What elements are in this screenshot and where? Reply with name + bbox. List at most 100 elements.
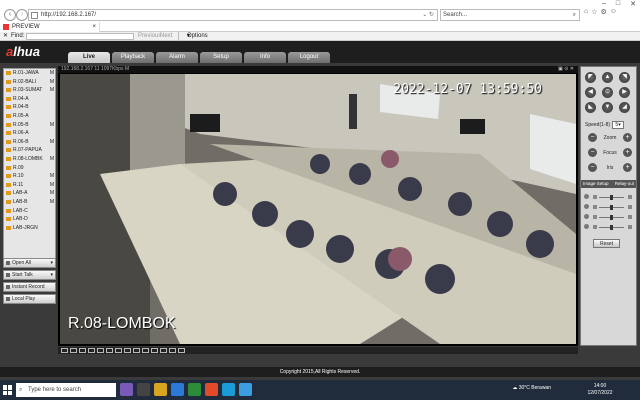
taskbar-search[interactable]: ⌕ Type here to search — [16, 383, 116, 397]
saturation-slider[interactable] — [584, 214, 634, 220]
app-icon-5[interactable] — [188, 383, 201, 396]
layout-25-icon[interactable] — [133, 348, 140, 353]
channel-item[interactable]: R.11 M — [4, 181, 55, 190]
layout-1-icon[interactable] — [61, 348, 68, 353]
clock[interactable]: 14:00 12/07/2022 — [580, 383, 620, 397]
local-play-button[interactable]: Local Play — [3, 294, 56, 304]
tab-close-icon[interactable]: × — [92, 22, 96, 32]
search-box[interactable]: Search... ⌕ — [440, 9, 580, 21]
layout-8-icon[interactable] — [88, 348, 95, 353]
slider-knob[interactable] — [610, 204, 613, 210]
tab-preview[interactable]: PREVIEW × — [0, 22, 100, 32]
image-setup-tab[interactable]: Image Setup — [583, 181, 609, 186]
channel-item[interactable]: R.05-B M — [4, 121, 55, 130]
live-video-feed[interactable]: 2022-12-07 13:59:50 R.08-LOMBOK — [60, 74, 576, 344]
increase-button[interactable] — [628, 215, 632, 219]
channel-item[interactable]: R.03-SUMAT M — [4, 86, 55, 95]
channel-item[interactable] — [4, 232, 55, 241]
address-bar[interactable]: http://192.168.2.167/ ⌄ ↻ — [28, 9, 438, 21]
ptz-up-icon[interactable]: ▲ — [602, 72, 613, 83]
ptz-right-icon[interactable]: ▶ — [619, 87, 630, 98]
iris-open-icon[interactable]: + — [623, 163, 632, 172]
find-close-icon[interactable]: ✕ — [3, 32, 8, 41]
layout-36-icon[interactable] — [142, 348, 149, 353]
ptz-up-right-icon[interactable]: ◥ — [619, 72, 630, 83]
refresh-icon[interactable]: ⌄ ↻ — [422, 10, 434, 20]
channel-item[interactable]: R.02-BALI M — [4, 78, 55, 87]
ptz-down-left-icon[interactable]: ◣ — [585, 102, 596, 113]
fullscreen-icon[interactable] — [151, 348, 158, 353]
increase-button[interactable] — [628, 225, 632, 229]
reset-button[interactable]: Reset — [593, 239, 620, 248]
open-all-button[interactable]: Open All ▾ — [3, 258, 56, 268]
find-input[interactable] — [26, 33, 134, 40]
channel-item[interactable]: LAB-D — [4, 215, 55, 224]
increase-button[interactable] — [628, 205, 632, 209]
video-window-icons[interactable]: ▣ ⊙ ✕ — [558, 66, 574, 73]
layout-9-icon[interactable] — [97, 348, 104, 353]
decrease-button[interactable] — [593, 205, 597, 209]
find-next[interactable]: Next — [160, 32, 172, 41]
channel-item[interactable]: R.06-B M — [4, 138, 55, 147]
channel-item[interactable]: R.04-B — [4, 103, 55, 112]
increase-button[interactable] — [628, 195, 632, 199]
zoom-in-icon[interactable]: + — [623, 133, 632, 142]
minimize-icon[interactable]: – — [602, 0, 606, 8]
menu-tab-playback[interactable]: Playback — [112, 52, 154, 63]
find-options[interactable]: Options ▾ — [178, 32, 208, 41]
channel-item[interactable]: R.10 M — [4, 172, 55, 181]
find-previous[interactable]: Previous — [138, 32, 161, 41]
channel-item[interactable]: LAB-JRGN — [4, 224, 55, 233]
decrease-button[interactable] — [593, 195, 597, 199]
menu-tab-setup[interactable]: Setup — [200, 52, 242, 63]
favorites-icon[interactable]: ☆ — [591, 8, 597, 22]
channel-item[interactable]: LAB-A M — [4, 189, 55, 198]
weather-widget[interactable]: ☁ 30°C Berawan — [512, 385, 551, 391]
zoom-out-icon[interactable]: − — [588, 133, 597, 142]
forward-button[interactable]: › — [16, 9, 28, 21]
focus-in-icon[interactable]: + — [623, 148, 632, 157]
contrast-slider[interactable] — [584, 204, 634, 210]
channel-item[interactable]: LAB-B M — [4, 198, 55, 207]
slider-knob[interactable] — [610, 194, 613, 200]
slider-knob[interactable] — [610, 214, 613, 220]
decrease-button[interactable] — [593, 215, 597, 219]
layout-4-icon[interactable] — [70, 348, 77, 353]
app-icon-1[interactable] — [120, 383, 133, 396]
ptz-down-icon[interactable]: ▼ — [602, 102, 613, 113]
channel-item[interactable]: R.08-LOMBK M — [4, 155, 55, 164]
task-view-icon[interactable] — [137, 383, 150, 396]
layout-13-icon[interactable] — [106, 348, 113, 353]
stream-type-icon[interactable] — [169, 348, 176, 353]
channel-item[interactable]: R.07-PAPUA — [4, 146, 55, 155]
ptz-up-left-icon[interactable]: ◤ — [585, 72, 596, 83]
instant-record-button[interactable]: Instant Record — [3, 282, 56, 292]
ie-icon[interactable] — [222, 383, 235, 396]
channel-item[interactable]: R.05-A — [4, 112, 55, 121]
ptz-left-icon[interactable]: ◀ — [585, 87, 596, 98]
layout-6-icon[interactable] — [79, 348, 86, 353]
home-icon[interactable]: ⌂ — [584, 8, 588, 22]
ptz-down-right-icon[interactable]: ◢ — [619, 102, 630, 113]
slider-knob[interactable] — [610, 224, 613, 230]
ptz-auto-icon[interactable]: ⊙ — [602, 87, 613, 98]
smiley-icon[interactable]: ☺ — [610, 8, 617, 22]
chrome-icon[interactable] — [205, 383, 218, 396]
hue-slider[interactable] — [584, 224, 634, 230]
windows-start-icon[interactable] — [3, 385, 13, 395]
layout-20-icon[interactable] — [124, 348, 131, 353]
search-icon[interactable]: ⌕ — [573, 10, 576, 20]
menu-tab-alarm[interactable]: Alarm — [156, 52, 198, 63]
relay-out-tab[interactable]: Relay-out — [615, 180, 634, 188]
brightness-slider[interactable] — [584, 194, 634, 200]
layout-16-icon[interactable] — [115, 348, 122, 353]
menu-tab-logout[interactable]: Logout — [288, 52, 330, 63]
maximize-icon[interactable]: □ — [616, 0, 620, 8]
channel-item[interactable]: R.09 — [4, 164, 55, 173]
menu-tab-info[interactable]: Info — [244, 52, 286, 63]
iris-close-icon[interactable]: − — [588, 163, 597, 172]
decrease-button[interactable] — [593, 225, 597, 229]
channel-item[interactable]: R.06-A — [4, 129, 55, 138]
app-icon-8[interactable] — [239, 383, 252, 396]
channel-item[interactable]: LAB-C — [4, 207, 55, 216]
